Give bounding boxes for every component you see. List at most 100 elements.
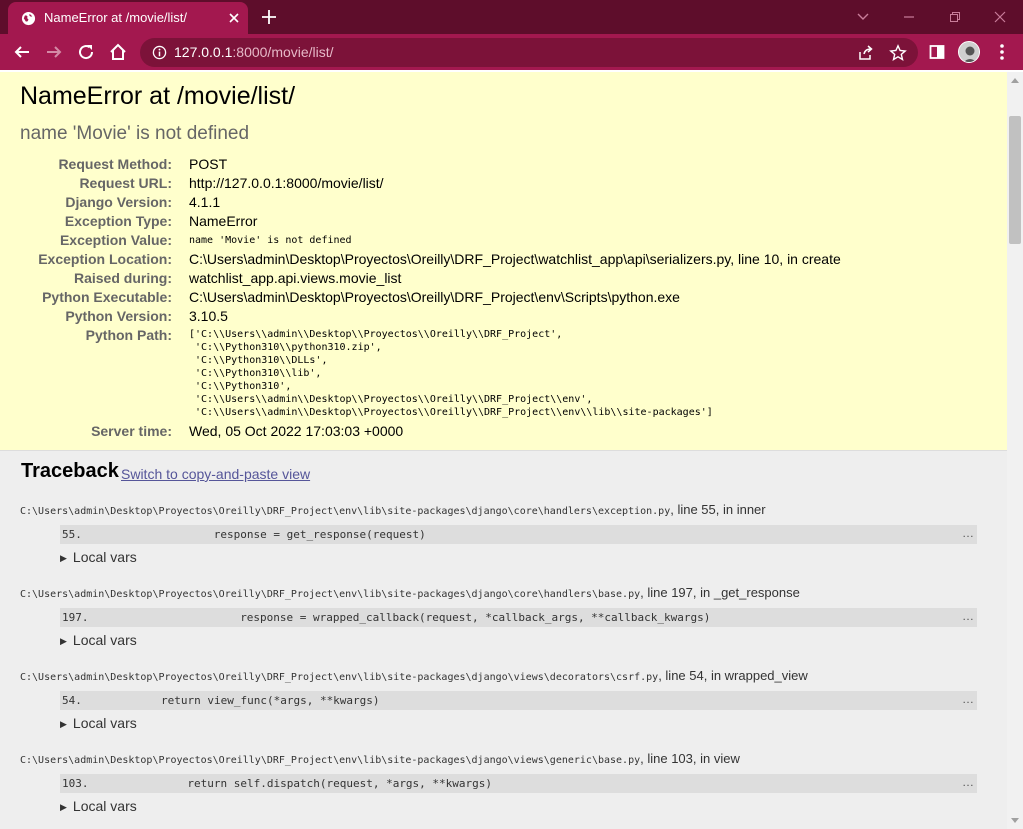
meta-label: Exception Value: (59, 232, 172, 248)
frame-file-path: C:\Users\admin\Desktop\Proyectos\Oreilly… (20, 589, 641, 600)
python-path-line: 'C:\\Python310\\python310.zip', (189, 342, 382, 353)
more-vertical-icon (1000, 44, 1004, 60)
frame-line-info: , line 55, in inner (670, 502, 766, 517)
python-path-line: 'C:\\Users\\admin\\Desktop\\Proyectos\\O… (189, 407, 713, 418)
code-context-line[interactable]: 197. response = wrapped_callback(request,… (60, 608, 977, 627)
code-line-number: 54. (62, 694, 82, 707)
meta-row: Exception Value: name 'Movie' is not defi… (0, 232, 1000, 251)
meta-row: Python Executable: C:\Users\admin\Desktop… (0, 289, 1000, 308)
forward-button[interactable] (43, 41, 65, 63)
scroll-down-arrow[interactable] (1011, 818, 1019, 823)
profile-icon (959, 42, 979, 62)
minimize-button[interactable] (886, 0, 932, 34)
local-vars-toggle[interactable]: ▶ Local vars (60, 798, 137, 814)
meta-row: Server time: Wed, 05 Oct 2022 17:03:03 +0… (0, 423, 1000, 442)
code-text: response = wrapped_callback(request, *ca… (240, 611, 711, 624)
meta-label: Python Path: (85, 327, 172, 343)
home-button[interactable] (107, 41, 129, 63)
error-message: name 'Movie' is not defined (20, 123, 250, 144)
side-panel-button[interactable] (926, 41, 948, 63)
address-bar[interactable]: 127.0.0.1:8000/movie/list/ (140, 38, 918, 67)
browser-tab[interactable]: NameError at /movie/list/ (8, 2, 248, 34)
browser-toolbar: 127.0.0.1:8000/movie/list/ (0, 34, 1023, 70)
page-content: NameError at /movie/list/ name 'Movie' i… (0, 72, 1007, 829)
local-vars-toggle[interactable]: ▶ Local vars (60, 549, 137, 565)
meta-row: Exception Type: NameError (0, 213, 1000, 232)
meta-row: Request Method: POST (0, 156, 1000, 175)
meta-row: Exception Location: C:\Users\admin\Deskto… (0, 251, 1000, 270)
meta-value: C:\Users\admin\Desktop\Proyectos\Oreilly… (189, 251, 841, 267)
meta-label: Python Version: (65, 308, 172, 324)
meta-value: Wed, 05 Oct 2022 17:03:03 +0000 (189, 423, 404, 439)
meta-label: Python Executable: (42, 289, 172, 305)
code-text: return self.dispatch(request, *args, **k… (187, 777, 493, 790)
ellipsis-icon[interactable]: … (962, 775, 974, 789)
code-context-line[interactable]: 55. response = get_response(request)… (60, 525, 977, 544)
reload-icon (79, 45, 94, 60)
frame-file-path: C:\Users\admin\Desktop\Proyectos\Oreilly… (20, 672, 659, 683)
error-summary: NameError at /movie/list/ name 'Movie' i… (0, 72, 1007, 451)
scroll-thumb[interactable] (1009, 116, 1021, 244)
url-text[interactable]: 127.0.0.1:8000/movie/list/ (174, 44, 334, 60)
local-vars-label: Local vars (72, 632, 137, 648)
meta-value: watchlist_app.api.views.movie_list (189, 270, 402, 286)
ellipsis-icon[interactable]: … (962, 526, 974, 540)
triangle-right-icon: ▶ (60, 719, 67, 729)
restore-icon (950, 12, 960, 22)
info-icon[interactable] (152, 45, 167, 60)
traceback-heading: Traceback (21, 460, 119, 482)
frame-line-info: , line 54, in wrapped_view (658, 668, 808, 683)
meta-label: Request URL: (79, 175, 172, 191)
local-vars-toggle[interactable]: ▶ Local vars (60, 715, 137, 731)
python-path-line: 'C:\\Users\\admin\\Desktop\\Proyectos\\O… (189, 394, 593, 405)
scroll-up-arrow[interactable] (1011, 78, 1019, 83)
python-path-line: 'C:\\Python310\\DLLs', (189, 355, 328, 366)
close-tab-icon[interactable] (226, 10, 242, 26)
bookmark-star-icon[interactable] (889, 44, 907, 62)
arrow-right-icon (47, 46, 62, 58)
back-button[interactable] (11, 41, 33, 63)
menu-button[interactable] (991, 41, 1013, 63)
code-context-line[interactable]: 54. return view_func(*args, **kwargs)… (60, 691, 977, 710)
reload-button[interactable] (75, 41, 97, 63)
code-line-number: 197. (62, 611, 89, 624)
globe-icon (21, 11, 36, 26)
ellipsis-icon[interactable]: … (962, 609, 974, 623)
tab-search-button[interactable] (840, 0, 886, 34)
meta-value: NameError (189, 213, 258, 229)
meta-value: C:\Users\admin\Desktop\Proyectos\Oreilly… (189, 289, 680, 305)
url-host: 127.0.0.1 (174, 44, 233, 60)
meta-row: Request URL: http://127.0.0.1:8000/movie/… (0, 175, 1000, 194)
python-path-line: ['C:\\Users\\admin\\Desktop\\Proyectos\\… (189, 329, 563, 340)
meta-row: Raised during: watchlist_app.api.views.mo… (0, 270, 1000, 289)
local-vars-label: Local vars (72, 549, 137, 565)
share-icon[interactable] (857, 44, 875, 62)
frame-location: C:\Users\admin\Desktop\Proyectos\Oreilly… (20, 668, 808, 683)
avatar[interactable] (958, 41, 980, 63)
code-line-number: 103. (62, 777, 89, 790)
side-panel-icon (929, 45, 945, 59)
meta-row: Python Version: 3.10.5 (0, 308, 1000, 327)
frame-file-path: C:\Users\admin\Desktop\Proyectos\Oreilly… (20, 506, 671, 517)
page-scrollbar[interactable] (1007, 72, 1023, 829)
tab-strip: NameError at /movie/list/ (0, 0, 1023, 34)
new-tab-icon[interactable] (260, 8, 278, 26)
code-text: response = get_response(request) (213, 528, 426, 541)
triangle-right-icon: ▶ (60, 636, 67, 646)
traceback-section: Traceback Switch to copy-and-paste view … (0, 452, 1007, 829)
meta-label: Django Version: (65, 194, 172, 210)
tab-title: NameError at /movie/list/ (44, 10, 188, 25)
switch-view-link[interactable]: Switch to copy-and-paste view (121, 466, 310, 482)
frame-location: C:\Users\admin\Desktop\Proyectos\Oreilly… (20, 502, 766, 517)
ellipsis-icon[interactable]: … (962, 692, 974, 706)
close-window-button[interactable] (977, 0, 1023, 34)
code-context-line[interactable]: 103. return self.dispatch(request, *args,… (60, 774, 977, 793)
frame-location: C:\Users\admin\Desktop\Proyectos\Oreilly… (20, 585, 800, 600)
meta-label: Exception Location: (38, 251, 172, 267)
restore-button[interactable] (932, 0, 978, 34)
triangle-right-icon: ▶ (60, 553, 67, 563)
meta-value: POST (189, 156, 228, 172)
frame-line-info: , line 103, in view (640, 751, 740, 766)
local-vars-toggle[interactable]: ▶ Local vars (60, 632, 137, 648)
page-title: NameError at /movie/list/ (20, 82, 296, 110)
